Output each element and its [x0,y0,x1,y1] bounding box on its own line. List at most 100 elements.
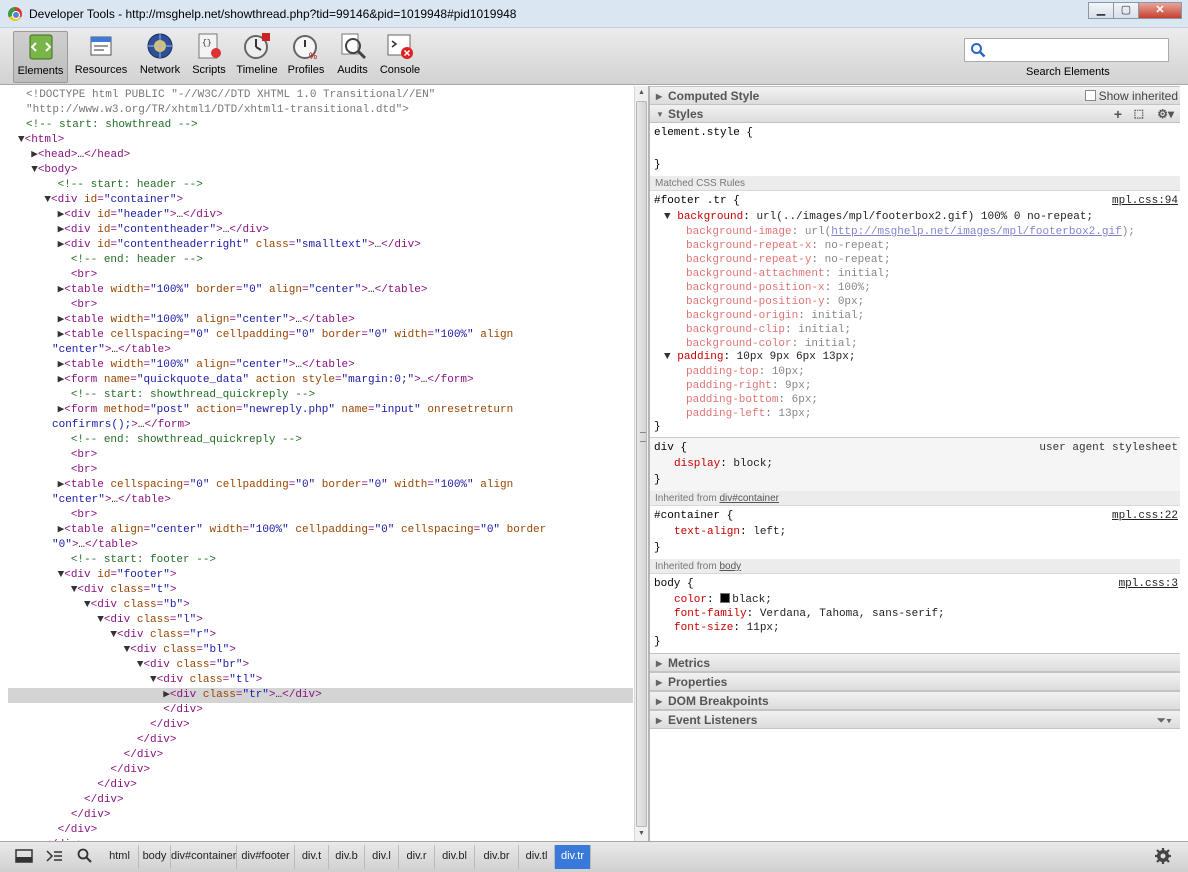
tab-profiles[interactable]: % Profiles [285,31,327,83]
background-property[interactable]: ▼ background: url(../images/mpl/footerbo… [664,210,1093,224]
dom-node-line[interactable]: "center">…</table> [8,343,633,358]
dom-node-line[interactable]: ▶<form name="quickquote_data" action sty… [8,373,633,388]
background-longhand-background-repeat-y[interactable]: background-repeat-y: no-repeat; [686,253,891,267]
dom-node-line[interactable]: <!-- end: header --> [8,253,633,268]
add-rule-icon[interactable]: + [1114,105,1122,124]
breadcrumb-div-b[interactable]: div.b [329,845,365,869]
dom-node-line[interactable]: "center">…</table> [8,493,633,508]
dom-tree[interactable]: <!DOCTYPE html PUBLIC "-//W3C//DTD XHTML… [8,86,633,841]
dom-node-line[interactable]: ▶<form method="post" action="newreply.ph… [8,403,633,418]
dom-node-line[interactable]: ▼<div class="b"> [8,598,633,613]
color-swatch-icon[interactable] [720,593,731,603]
tab-elements[interactable]: Elements [13,31,68,83]
body-selector[interactable]: body { [654,577,694,591]
breadcrumb-html[interactable]: html [101,845,139,869]
breadcrumb-div-tr[interactable]: div.tr [555,845,591,869]
dom-node-line[interactable]: <br> [8,463,633,478]
computed-style-header[interactable]: ▶ Computed Style Show inherited [650,86,1180,105]
dom-node-line[interactable]: <br> [8,448,633,463]
dom-node-line[interactable]: "0">…</table> [8,538,633,553]
dom-node-line[interactable]: ▶<table cellspacing="0" cellpadding="0" … [8,328,633,343]
color-property[interactable]: color: black; [674,593,772,607]
padding-longhand-padding-top[interactable]: padding-top: 10px; [686,365,805,379]
dom-node-line[interactable]: ▶<table width="100%" align="center">…</t… [8,358,633,373]
tab-timeline[interactable]: Timeline [235,31,279,83]
rule-source-link[interactable]: mpl.css:94 [1112,194,1178,208]
dom-node-line[interactable]: ▶<div id="contentheaderright" class="sma… [8,238,633,253]
gear-icon[interactable]: ⚙▾ [1157,105,1174,124]
dock-icon[interactable] [14,847,34,865]
dom-node-line[interactable]: </div> [8,763,633,778]
dom-node-line[interactable]: <!-- start: showthread --> [8,118,633,133]
dom-node-line[interactable]: ▼<div id="footer"> [8,568,633,583]
dom-node-line[interactable]: ▼<html> [8,133,633,148]
dom-node-line[interactable]: </div> [8,718,633,733]
dom-node-line[interactable]: ▼<div class="l"> [8,613,633,628]
disclosure-triangle-icon[interactable]: ▼ [664,351,671,363]
container-selector[interactable]: #container { [654,509,733,523]
dom-node-line[interactable]: ▶<table cellspacing="0" cellpadding="0" … [8,478,633,493]
inspect-search-icon[interactable] [75,847,95,865]
scroll-down-icon[interactable]: ▼ [638,830,645,837]
event-listeners-header[interactable]: ▶ Event Listeners ⏷▾ [650,710,1180,729]
dom-node-line[interactable]: <!-- end: showthread_quickreply --> [8,433,633,448]
padding-property[interactable]: ▼ padding: 10px 9px 6px 13px; [664,350,855,364]
dom-node-line[interactable]: ▼<div id="container"> [8,193,633,208]
minimize-icon[interactable]: ▁ [1088,2,1114,19]
dom-node-line[interactable]: </div> [8,733,633,748]
dom-node-line[interactable]: ▼<div class="t"> [8,583,633,598]
settings-gear-icon[interactable] [1153,847,1173,865]
dom-node-line[interactable]: ▶<table width="100%" align="center">…</t… [8,313,633,328]
dom-node-line[interactable]: </div> [8,748,633,763]
background-longhand-background-position-y[interactable]: background-position-y: 0px; [686,295,864,309]
background-longhand-background-repeat-x[interactable]: background-repeat-x: no-repeat; [686,239,891,253]
font-family-property[interactable]: font-family: Verdana, Tahoma, sans-serif… [674,607,945,621]
breadcrumb-div-footer[interactable]: div#footer [237,845,295,869]
tab-audits[interactable]: Audits [334,31,371,83]
disclosure-triangle-icon[interactable]: ▼ [664,211,671,223]
dom-node-line[interactable]: <br> [8,268,633,283]
dom-node-line[interactable]: <!-- start: showthread_quickreply --> [8,388,633,403]
inherited-body-link[interactable]: body [719,561,741,572]
background-longhand-background-position-x[interactable]: background-position-x: 100%; [686,281,871,295]
rule-source-link[interactable]: mpl.css:22 [1112,509,1178,523]
background-longhand-background-image[interactable]: background-image: url(http://msghelp.net… [686,225,1135,239]
metrics-header[interactable]: ▶ Metrics [650,653,1180,672]
scrollbar-thumb[interactable] [636,101,647,827]
inherited-container-link[interactable]: div#container [719,493,778,504]
breadcrumb-body[interactable]: body [139,845,171,869]
dom-scrollbar[interactable]: ▲ ▼ [634,86,648,842]
dom-node-line[interactable]: </div> [8,703,633,718]
search-elements-input[interactable] [964,38,1169,62]
dom-node-line[interactable]: </div> [8,778,633,793]
dom-node-line[interactable]: </div> [8,793,633,808]
padding-longhand-padding-bottom[interactable]: padding-bottom: 6px; [686,393,818,407]
tab-network[interactable]: Network [137,31,183,83]
dom-breakpoints-header[interactable]: ▶ DOM Breakpoints [650,691,1180,710]
breadcrumb-div-t[interactable]: div.t [295,845,329,869]
dom-node-line[interactable]: ▶<div id="contentheader">…</div> [8,223,633,238]
dom-node-line[interactable]: <br> [8,508,633,523]
tab-console[interactable]: Console [378,31,422,83]
breadcrumb-div-container[interactable]: div#container [171,845,237,869]
breadcrumb-div-bl[interactable]: div.bl [435,845,475,869]
close-icon[interactable]: ✕ [1138,2,1182,19]
text-align-property[interactable]: text-align: left; [674,525,786,539]
dom-node-line[interactable]: ▶<head>…</head> [8,148,633,163]
dom-node-line[interactable]: ▶<table align="center" width="100%" cell… [8,523,633,538]
tab-scripts[interactable]: {} Scripts [189,31,229,83]
dom-node-line[interactable]: ▼<div class="r"> [8,628,633,643]
scroll-up-icon[interactable]: ▲ [638,89,645,96]
breadcrumb-div-br[interactable]: div.br [475,845,519,869]
breadcrumb-div-r[interactable]: div.r [399,845,435,869]
padding-longhand-padding-left[interactable]: padding-left: 13px; [686,407,811,421]
dom-node-line[interactable]: ▶<table width="100%" border="0" align="c… [8,283,633,298]
dom-node-line[interactable]: ▼<div class="br"> [8,658,633,673]
console-drawer-icon[interactable] [44,847,64,865]
dom-node-line[interactable]: </div> [8,808,633,823]
background-longhand-background-attachment[interactable]: background-attachment: initial; [686,267,891,281]
dom-node-line[interactable]: ▶<div id="header">…</div> [8,208,633,223]
dom-node-line[interactable]: ▼<div class="bl"> [8,643,633,658]
dom-node-line[interactable]: ▼<body> [8,163,633,178]
dom-node-line[interactable]: <!-- start: header --> [8,178,633,193]
